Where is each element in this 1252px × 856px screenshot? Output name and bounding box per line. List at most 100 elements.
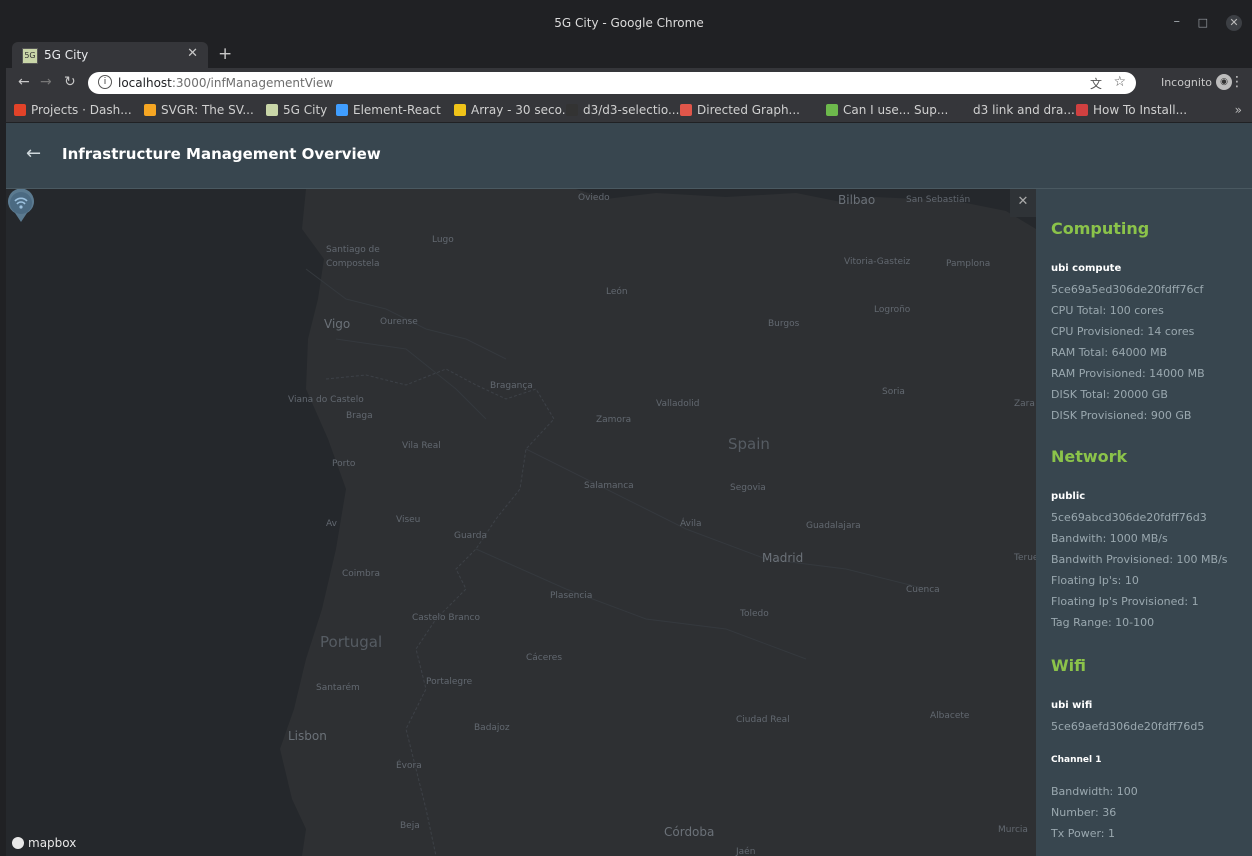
wifi-detail: Bandwidth: 100 — [1051, 785, 1138, 798]
reload-icon[interactable]: ↻ — [64, 74, 76, 90]
map-place-label: Toledo — [740, 609, 769, 619]
bookmark-item[interactable]: Directed Graph... — [680, 103, 800, 117]
network-detail: Bandwith: 1000 MB/s — [1051, 532, 1168, 545]
url-text[interactable]: localhost:3000/infManagementView — [118, 76, 333, 90]
map-place-label: Jaén — [736, 847, 756, 856]
map-place-label: Córdoba — [664, 825, 715, 839]
caniuse-icon — [826, 104, 838, 116]
back-icon[interactable]: ← — [18, 74, 30, 90]
bookmark-item[interactable]: Projects · Dash... — [14, 103, 132, 117]
network-detail: Floating Ip's Provisioned: 1 — [1051, 595, 1199, 608]
info-icon — [454, 104, 466, 116]
map-place-label: Porto — [332, 459, 356, 469]
map-place-label: Santiago de — [326, 245, 380, 255]
wifi-name: ubi wifi — [1051, 700, 1093, 711]
tab-5gcity[interactable]: 5G 5G City ✕ — [12, 42, 208, 68]
map-place-label: Guadalajara — [806, 521, 861, 531]
bookmark-item[interactable]: 5G City — [266, 103, 327, 117]
computing-detail: RAM Total: 64000 MB — [1051, 346, 1168, 359]
network-detail: Tag Range: 10-100 — [1051, 616, 1155, 629]
computing-heading: Computing — [1051, 219, 1150, 238]
bookmark-item[interactable]: d3/d3-selectio... — [566, 103, 679, 117]
app-root: ← Infrastructure Management Overview Ovi… — [6, 123, 1252, 856]
computing-detail: CPU Total: 100 cores — [1051, 304, 1164, 317]
network-heading: Network — [1051, 447, 1128, 466]
translate-icon[interactable]: 文 — [1090, 75, 1102, 92]
close-panel-button[interactable]: ✕ — [1010, 189, 1036, 217]
network-name: public — [1051, 491, 1086, 502]
minimize-icon[interactable]: – — [1174, 14, 1181, 29]
map-place-label: Bragança — [490, 381, 533, 391]
bookmark-item[interactable]: Element-React — [336, 103, 441, 117]
map-place-label: Cuenca — [906, 585, 940, 595]
map-place-label: Ávila — [680, 519, 702, 529]
bookmark-item[interactable]: How To Install... — [1076, 103, 1187, 117]
site-info-icon[interactable]: i — [98, 75, 112, 89]
d3-icon — [956, 104, 968, 116]
svgr-icon — [144, 104, 156, 116]
address-bar[interactable]: i localhost:3000/infManagementView 文 ☆ — [88, 72, 1136, 94]
map-place-label: Viana do Castelo — [288, 395, 364, 405]
map-place-label: Burgos — [768, 319, 800, 329]
map-place-label: Zara — [1014, 399, 1035, 409]
bookmark-item[interactable]: d3 link and dra... — [956, 103, 1075, 117]
bookmark-label: Directed Graph... — [697, 103, 800, 117]
bookmarks-bar: » Projects · Dash... SVGR: The SV... 5G Ci… — [6, 98, 1252, 123]
map-place-label: Ciudad Real — [736, 715, 790, 725]
infrastructure-panel: Computing ubi compute 5ce69a5ed306de20fd… — [1036, 189, 1252, 856]
more-bookmarks-icon[interactable]: » — [1235, 103, 1242, 117]
map-place-label: Badajoz — [474, 723, 510, 733]
bookmark-item[interactable]: SVGR: The SV... — [144, 103, 254, 117]
map-place-label: Braga — [346, 411, 373, 421]
wifi-detail: Tx Power: 1 — [1051, 827, 1115, 840]
wifi-detail: Number: 36 — [1051, 806, 1117, 819]
url-host: localhost — [118, 76, 172, 90]
maximize-icon[interactable]: □ — [1198, 16, 1208, 29]
element-icon — [336, 104, 348, 116]
map-place-label: Lugo — [432, 235, 454, 245]
bookmark-label: Array - 30 seco... — [471, 103, 574, 117]
map-place-label: Teruel — [1014, 553, 1036, 563]
bookmark-item[interactable]: Can I use... Sup... — [826, 103, 948, 117]
map-place-label: Soria — [882, 387, 905, 397]
network-id: 5ce69abcd306de20fdff76d3 — [1051, 511, 1207, 524]
map-place-label: Vila Real — [402, 441, 441, 451]
favicon-icon: 5G — [22, 48, 38, 64]
map-place-label: Logroño — [874, 305, 911, 315]
map-place-label: Valladolid — [656, 399, 700, 409]
map-place-label: León — [606, 287, 628, 297]
map-view[interactable]: Oviedo Bilbao San Sebastián Lugo Santiago de… — [6, 189, 1036, 856]
bookmark-label: 5G City — [283, 103, 328, 117]
map-place-label: Oviedo — [578, 193, 610, 203]
browser-window: 5G City - Google Chrome – □ ✕ 5G 5G City… — [6, 6, 1252, 856]
map-place-label: Beja — [400, 821, 420, 831]
new-tab-icon[interactable]: + — [218, 44, 232, 64]
incognito-label: Incognito — [1160, 76, 1212, 89]
wifi-map-marker-icon[interactable] — [6, 189, 36, 223]
map-place-label: Lisbon — [288, 729, 327, 743]
window-title: 5G City - Google Chrome — [554, 16, 704, 30]
forward-icon[interactable]: → — [40, 74, 52, 90]
map-place-label: Av — [326, 519, 337, 529]
map-place-label: Madrid — [762, 551, 804, 565]
mapbox-label: mapbox — [28, 836, 77, 850]
bookmark-label: Element-React — [353, 103, 441, 117]
map-place-label: Viseu — [396, 515, 421, 525]
close-tab-icon[interactable]: ✕ — [187, 46, 198, 61]
map-place-label: Pamplona — [946, 259, 991, 269]
computing-name: ubi compute — [1051, 263, 1122, 274]
map-place-label: Albacete — [930, 711, 970, 721]
bookmark-star-icon[interactable]: ☆ — [1113, 74, 1126, 90]
install-icon — [1076, 104, 1088, 116]
network-detail: Floating Ip's: 10 — [1051, 574, 1139, 587]
map-place-label: Compostela — [326, 259, 380, 269]
window-titlebar: 5G City - Google Chrome – □ ✕ — [6, 6, 1252, 40]
mapbox-logo-icon — [12, 837, 24, 849]
computing-detail: DISK Total: 20000 GB — [1051, 388, 1168, 401]
bookmark-item[interactable]: Array - 30 seco... — [454, 103, 573, 117]
back-arrow-icon[interactable]: ← — [26, 143, 41, 164]
computing-detail: CPU Provisioned: 14 cores — [1051, 325, 1195, 338]
kebab-menu-icon[interactable]: ⋮ — [1230, 74, 1244, 90]
close-window-icon[interactable]: ✕ — [1226, 15, 1242, 31]
mapbox-attribution[interactable]: mapbox — [12, 836, 76, 850]
